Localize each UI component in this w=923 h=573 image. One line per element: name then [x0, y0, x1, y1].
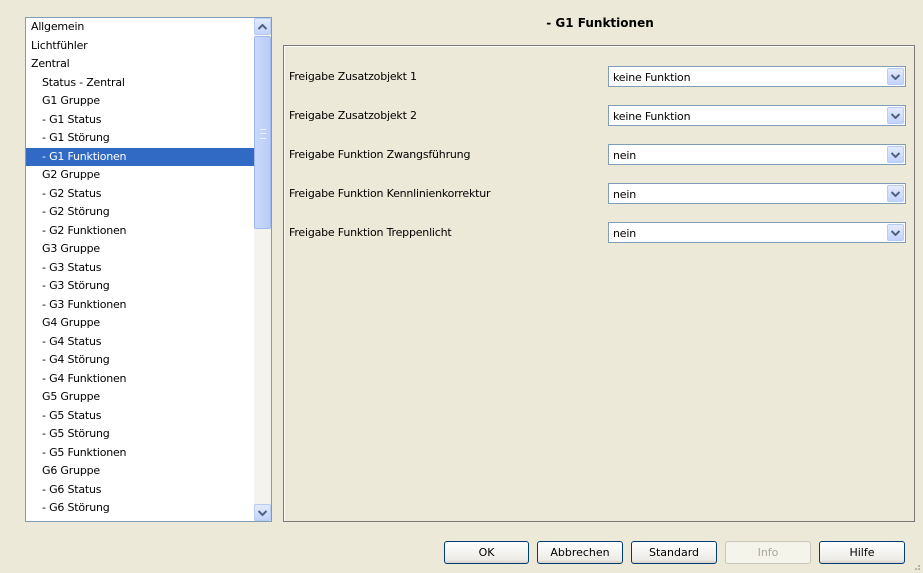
- ok-button[interactable]: OK: [444, 541, 529, 564]
- param-label: Freigabe Funktion Kennlinienkorrektur: [289, 187, 491, 200]
- scroll-thumb[interactable]: [254, 36, 271, 229]
- param-select-kennlinienkorrektur[interactable]: nein: [608, 183, 906, 204]
- tree-item[interactable]: - G5 Status: [26, 407, 254, 426]
- tree-item[interactable]: - G1 Störung: [26, 129, 254, 148]
- tree-item[interactable]: - G2 Funktionen: [26, 222, 254, 241]
- parameter-tree[interactable]: Allgemein Lichtfühler Zentral Status - Zent…: [25, 17, 272, 522]
- tree-item[interactable]: - G2 Störung: [26, 203, 254, 222]
- tree-item[interactable]: - G5 Funktionen: [26, 444, 254, 463]
- tree-item[interactable]: G3 Gruppe: [26, 240, 254, 259]
- tree-item[interactable]: Lichtfühler: [26, 37, 254, 56]
- grip-icon: [260, 129, 266, 139]
- tree-item[interactable]: Status - Zentral: [26, 74, 254, 93]
- tree-item[interactable]: - G6 Störung: [26, 499, 254, 518]
- select-value: nein: [613, 227, 636, 240]
- tree-list: Allgemein Lichtfühler Zentral Status - Zent…: [26, 18, 254, 521]
- param-label: Freigabe Funktion Zwangsführung: [289, 148, 471, 161]
- param-select-zusatzobjekt-2[interactable]: keine Funktion: [608, 105, 906, 126]
- info-button: Info: [725, 541, 811, 564]
- chevron-down-icon[interactable]: [887, 68, 904, 85]
- tree-item[interactable]: - G1 Status: [26, 111, 254, 130]
- chevron-up-icon: [258, 23, 267, 30]
- resize-grip-icon[interactable]: [911, 561, 921, 571]
- tree-item[interactable]: - G3 Status: [26, 259, 254, 278]
- param-label: Freigabe Zusatzobjekt 1: [289, 70, 417, 83]
- chevron-down-icon: [258, 509, 267, 516]
- tree-item[interactable]: G4 Gruppe: [26, 314, 254, 333]
- select-value: nein: [613, 188, 636, 201]
- tree-item[interactable]: G1 Gruppe: [26, 92, 254, 111]
- tree-item[interactable]: - G3 Störung: [26, 277, 254, 296]
- param-select-treppenlicht[interactable]: nein: [608, 222, 906, 243]
- select-value: keine Funktion: [613, 110, 691, 123]
- param-select-zwangsfuehrung[interactable]: nein: [608, 144, 906, 165]
- param-row-zwangsfuehrung: Freigabe Funktion Zwangsführung nein: [289, 144, 909, 165]
- page-title: - G1 Funktionen: [546, 16, 654, 30]
- param-label: Freigabe Funktion Treppenlicht: [289, 226, 452, 239]
- tree-item[interactable]: Allgemein: [26, 18, 254, 37]
- tree-item[interactable]: Zentral: [26, 55, 254, 74]
- tree-item[interactable]: G6 Gruppe: [26, 462, 254, 481]
- tree-item[interactable]: - G4 Störung: [26, 351, 254, 370]
- tree-item[interactable]: - G4 Status: [26, 333, 254, 352]
- tree-item[interactable]: G5 Gruppe: [26, 388, 254, 407]
- help-button[interactable]: Hilfe: [819, 541, 905, 564]
- select-value: keine Funktion: [613, 71, 691, 84]
- chevron-down-icon[interactable]: [887, 224, 904, 241]
- tree-item[interactable]: - G3 Funktionen: [26, 296, 254, 315]
- tree-item[interactable]: - G4 Funktionen: [26, 370, 254, 389]
- standard-button[interactable]: Standard: [631, 541, 717, 564]
- param-row-zusatzobjekt-2: Freigabe Zusatzobjekt 2 keine Funktion: [289, 105, 909, 126]
- tree-item[interactable]: - G1 Funktionen: [26, 147, 254, 166]
- chevron-down-icon[interactable]: [887, 185, 904, 202]
- cancel-button[interactable]: Abbrechen: [537, 541, 623, 564]
- param-row-zusatzobjekt-1: Freigabe Zusatzobjekt 1 keine Funktion: [289, 66, 909, 87]
- param-select-zusatzobjekt-1[interactable]: keine Funktion: [608, 66, 906, 87]
- tree-scrollbar[interactable]: [254, 18, 271, 521]
- scroll-down-button[interactable]: [254, 504, 271, 521]
- tree-item[interactable]: - G2 Status: [26, 185, 254, 204]
- tree-item[interactable]: G2 Gruppe: [26, 166, 254, 185]
- param-row-treppenlicht: Freigabe Funktion Treppenlicht nein: [289, 222, 909, 243]
- chevron-down-icon[interactable]: [887, 107, 904, 124]
- tree-item[interactable]: - G6 Status: [26, 481, 254, 500]
- param-row-kennlinienkorrektur: Freigabe Funktion Kennlinienkorrektur ne…: [289, 183, 909, 204]
- tree-item[interactable]: - G5 Störung: [26, 425, 254, 444]
- select-value: nein: [613, 149, 636, 162]
- param-label: Freigabe Zusatzobjekt 2: [289, 109, 417, 122]
- scroll-up-button[interactable]: [254, 18, 271, 35]
- chevron-down-icon[interactable]: [887, 146, 904, 163]
